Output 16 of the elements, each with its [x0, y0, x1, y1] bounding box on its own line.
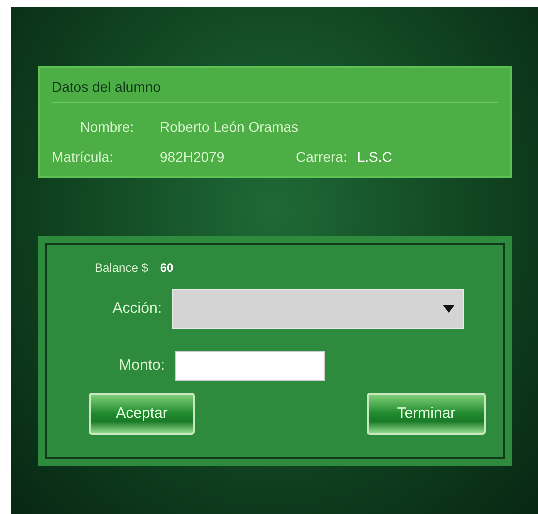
name-value: Roberto León Oramas: [160, 118, 299, 137]
dropdown-arrow-icon: [443, 305, 455, 313]
id-value: 982H2079: [160, 148, 226, 167]
id-label: Matrícula:: [52, 148, 114, 167]
balance-value: 60: [160, 260, 174, 277]
amount-label: Monto:: [118, 356, 166, 376]
action-label: Acción:: [112, 298, 163, 319]
career-value: L.S.C: [357, 148, 392, 167]
panel-title: Datos del alumno: [52, 79, 161, 95]
career-label: Carrera:: [296, 148, 348, 167]
action-button[interactable]: Aceptar: [89, 393, 195, 435]
amount-field[interactable]: [175, 351, 325, 381]
balance-label: Balance $: [95, 260, 148, 277]
name-label: Nombre:: [79, 118, 134, 137]
action-dropdown[interactable]: [172, 289, 464, 329]
action-button[interactable]: Terminar: [367, 393, 486, 435]
